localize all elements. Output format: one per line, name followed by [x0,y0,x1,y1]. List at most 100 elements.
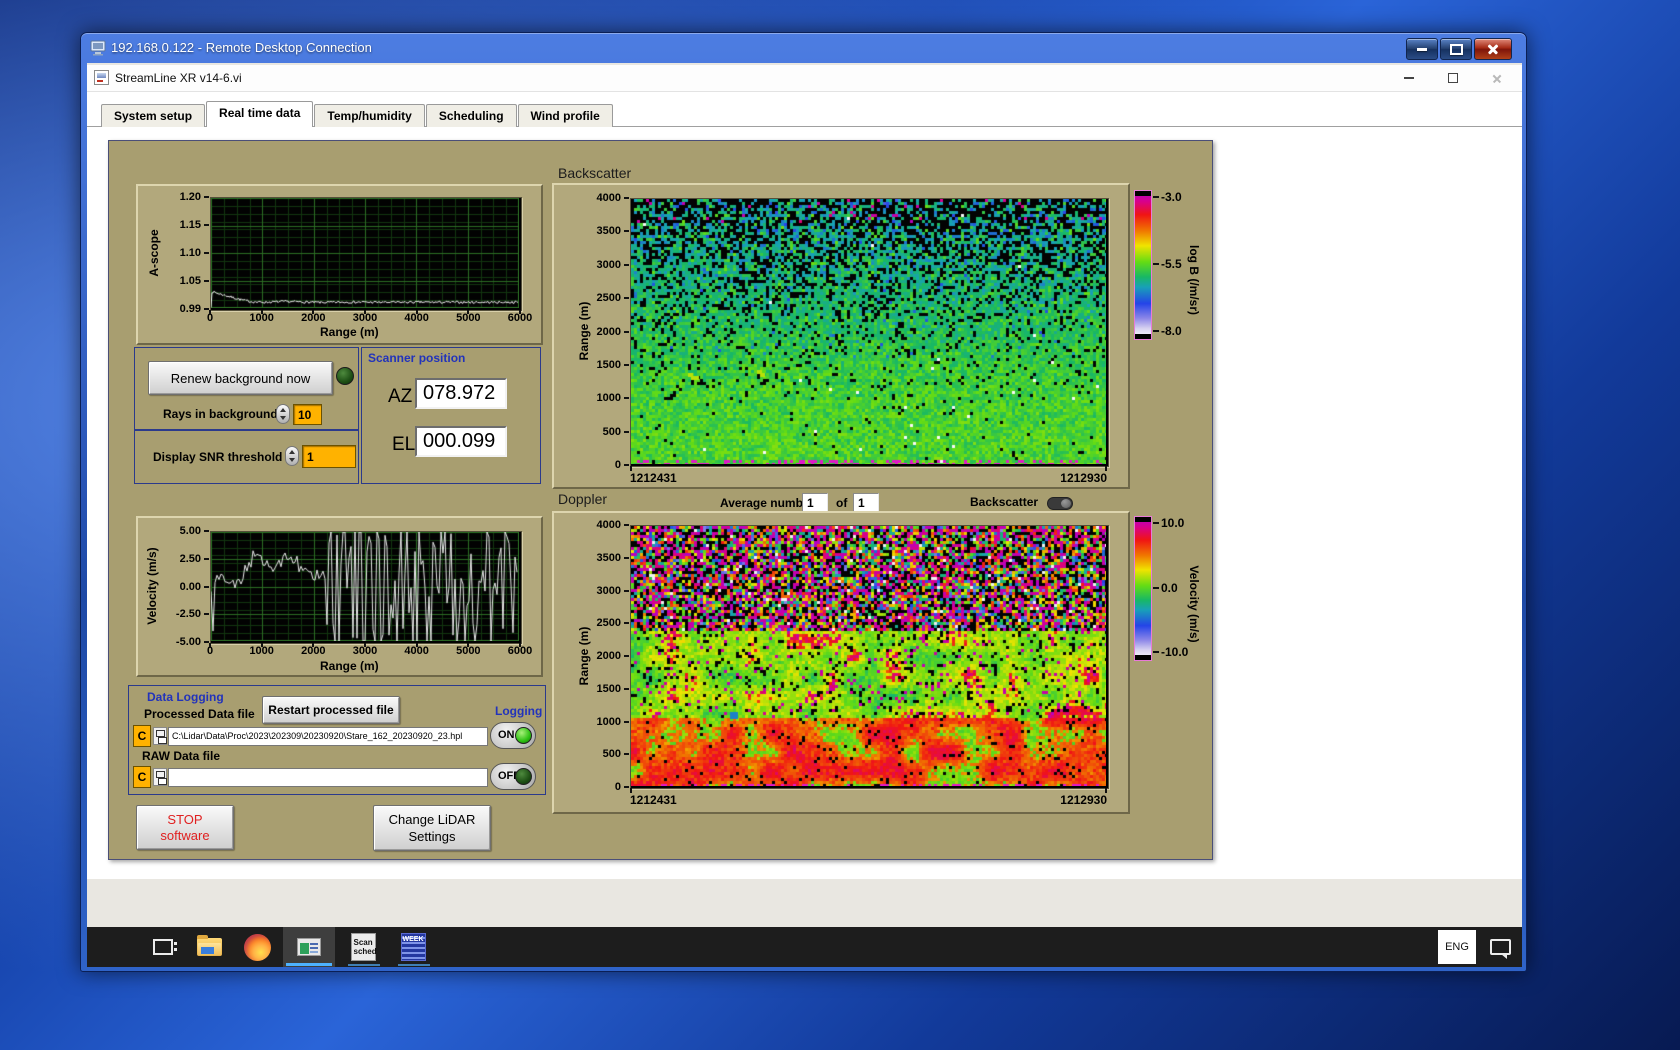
snr-spinner[interactable] [285,446,299,466]
doppler-colorbar [1134,516,1152,661]
tab-scheduling[interactable]: Scheduling [425,104,517,127]
axis-tick-mark [467,310,470,314]
axis-tick-label: 0.00 [179,580,201,593]
el-label: EL [392,434,416,455]
raw-path-field[interactable] [168,768,488,787]
raw-drive-letter[interactable]: C [133,766,151,788]
processed-logging-toggle[interactable]: ON [490,722,536,749]
axis-tick-mark [312,310,315,314]
raw-logging-toggle[interactable]: OFF [490,763,536,790]
tab-real-time-data[interactable]: Real time data [206,101,314,127]
app-restore-button[interactable] [1432,65,1474,91]
week-icon[interactable]: WEEK [391,927,435,967]
axis-tick-label: 1000 [596,715,621,728]
renew-background-button[interactable]: Renew background now [148,361,333,395]
axis-tick-mark [1153,586,1159,589]
raw-browse-icon[interactable] [153,768,167,786]
axis-tick-mark [260,310,263,314]
display-snr-threshold-label: Display SNR threshold [153,450,283,464]
axis-tick-mark [204,280,209,282]
az-label: AZ [388,386,413,407]
axis-tick-mark [519,643,521,647]
axis-tick-label: -2.50 [175,608,201,621]
data-logging-group: Data Logging Processed Data file Restart… [128,685,546,795]
minimize-button[interactable] [1406,38,1438,60]
axis-tick-label: 0 [614,459,621,471]
raw-data-file-label: RAW Data file [142,749,221,763]
axis-tick-label: 2000 [596,325,621,338]
chat-icon[interactable] [1483,927,1517,967]
axis-tick-label: 3500 [596,225,621,238]
snr-value-field[interactable]: 1 [302,445,356,468]
axis-tick-mark [624,263,629,266]
axis-tick-mark [519,310,521,314]
ascope-plot [210,197,522,311]
background-led [336,367,354,385]
axis-tick-mark [624,622,629,625]
background-group: Renew background now Rays in background … [134,347,359,430]
restart-processed-file-button[interactable]: Restart processed file [262,696,400,724]
processed-browse-icon[interactable] [153,727,167,745]
tab-bar: System setup Real time data Temp/humidit… [101,101,614,127]
taskbar: Scan sched WEEK ENG [87,927,1522,967]
rays-value-field[interactable]: 10 [293,404,322,425]
axis-tick-mark [204,252,209,254]
processed-toggle-label: ON [498,729,515,741]
axis-tick-label: 1.20 [179,191,201,203]
scan-sched-icon[interactable]: Scan sched [341,927,385,967]
app-window-title: StreamLine XR v14-6.vi [115,71,242,85]
rdp-icon [90,40,106,56]
axis-tick-label: 1212930 [1060,793,1107,807]
axis-tick-mark [624,230,629,233]
rays-spinner[interactable] [276,404,290,424]
doppler-title: Doppler [558,491,608,507]
axis-tick-label: -8.0 [1161,324,1182,338]
language-button[interactable]: ENG [1438,930,1476,964]
settings-button-line1: Change LiDAR [388,812,476,827]
snr-group: Display SNR threshold 1 [134,430,359,484]
app-minimize-button[interactable] [1388,65,1430,91]
processed-drive-letter[interactable]: C [133,725,151,747]
average-number-input-2[interactable]: 1 [853,493,879,513]
axis-tick-mark [624,786,629,788]
axis-tick-mark [204,585,209,588]
stop-software-button[interactable]: STOP software [136,805,234,850]
scan-icon-text-2: sched [353,947,377,956]
firefox-icon[interactable] [237,927,277,967]
backscatter-toggle[interactable] [1047,497,1073,510]
axis-tick-label: 1212431 [630,471,677,485]
tab-temp-humidity[interactable]: Temp/humidity [314,104,425,127]
processed-toggle-led [515,727,532,744]
average-number-input-1[interactable]: 1 [802,493,828,513]
main-panel: A-scope Range (m) 1.20 1.15 1.10 1.05 0.99 0 1… [108,140,1213,860]
axis-tick-label: 2500 [596,292,621,305]
task-view-icon[interactable] [143,927,183,967]
data-logging-title: Data Logging [147,690,224,704]
logging-label: Logging [495,704,543,718]
app-titlebar[interactable]: StreamLine XR v14-6.vi [87,65,1522,92]
app-close-button[interactable] [1476,65,1518,91]
axis-tick-mark [1105,466,1107,471]
doppler-heatmap-panel: Range (m) 4000 3500 3000 2500 2000 1500 1000 50… [552,511,1130,814]
axis-tick-label: 1212930 [1060,471,1107,485]
maximize-button[interactable] [1440,38,1472,60]
change-lidar-settings-button[interactable]: Change LiDAR Settings [373,805,491,851]
file-explorer-icon[interactable] [189,927,229,967]
processed-path-field[interactable]: C:\Lidar\Data\Proc\2023\202309\20230920\… [168,727,488,746]
average-number-label: Average number [720,496,815,510]
velocity-xlabel: Range (m) [320,659,379,673]
axis-tick-mark [1153,330,1159,332]
axis-tick-mark [209,643,211,647]
az-display: 078.972 [415,378,507,409]
backscatter-title: Backscatter [558,165,632,181]
axis-tick-mark [1153,651,1159,653]
tab-wind-profile[interactable]: Wind profile [517,104,613,127]
doppler-colorbar-label: Velocity (m/s) [1187,565,1201,643]
raw-toggle-led [515,768,532,785]
tab-system-setup[interactable]: System setup [101,104,206,127]
rdp-titlebar[interactable]: 192.168.0.122 - Remote Desktop Connectio… [81,33,1526,63]
close-button[interactable] [1474,38,1512,60]
axis-tick-mark [467,643,470,647]
streamline-taskbar-icon[interactable] [283,927,335,967]
el-display: 000.099 [415,426,507,457]
